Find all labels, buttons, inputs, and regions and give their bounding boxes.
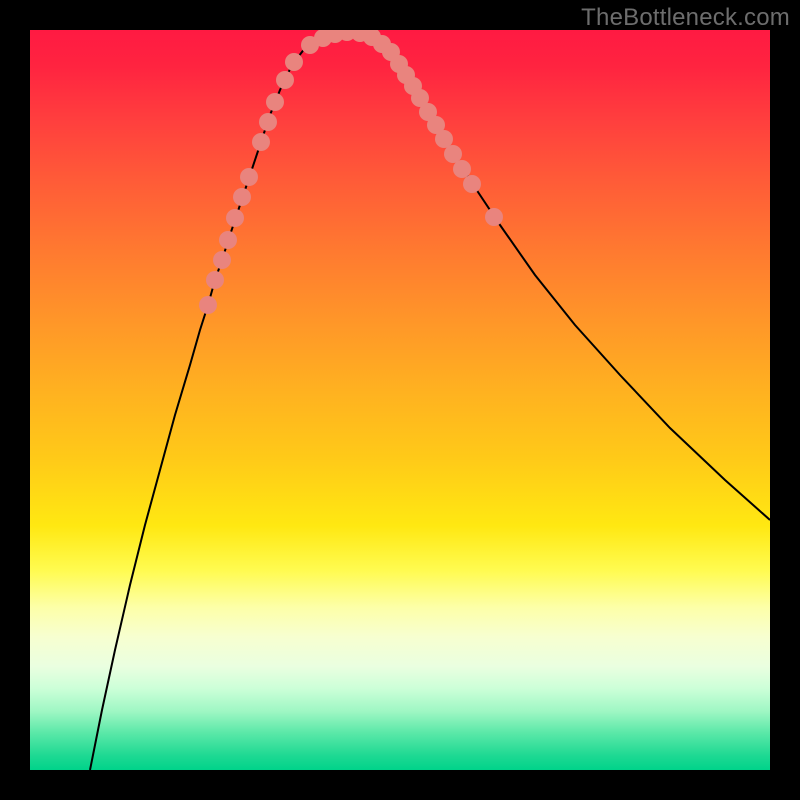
curve-marker <box>453 160 471 178</box>
curve-marker <box>444 145 462 163</box>
curve-marker <box>206 271 224 289</box>
curve-marker <box>276 71 294 89</box>
watermark-text: TheBottleneck.com <box>581 4 790 32</box>
curve-marker <box>252 133 270 151</box>
curve-marker <box>199 296 217 314</box>
curve-marker <box>259 113 277 131</box>
curve-marker <box>219 231 237 249</box>
curve-svg <box>30 30 770 770</box>
curve-marker <box>266 93 284 111</box>
curve-marker <box>285 53 303 71</box>
curve-marker <box>233 188 251 206</box>
curve-marker <box>213 251 231 269</box>
plot-area <box>30 30 770 770</box>
curve-marker <box>435 130 453 148</box>
curve-marker <box>226 209 244 227</box>
curve-marker <box>485 208 503 226</box>
marker-group <box>199 30 503 314</box>
curve-marker <box>463 175 481 193</box>
curve-marker <box>240 168 258 186</box>
chart-frame: TheBottleneck.com <box>0 0 800 800</box>
bottleneck-curve-line <box>90 32 770 770</box>
